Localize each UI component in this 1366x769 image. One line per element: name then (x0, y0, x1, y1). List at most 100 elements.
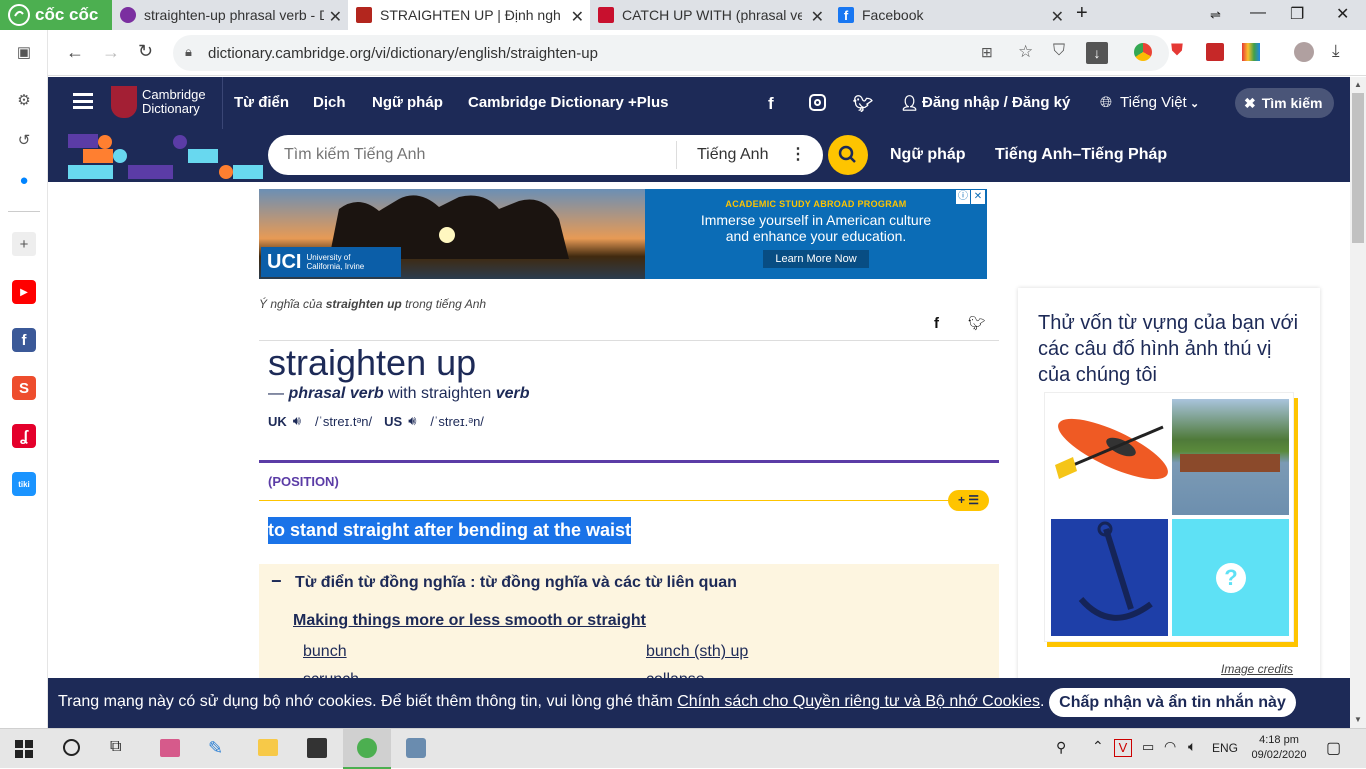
twitter-icon[interactable]: 🐦︎ (853, 94, 873, 114)
search-button[interactable] (828, 135, 868, 175)
ad-close-icon[interactable]: ✕ (971, 190, 985, 204)
close-tab-icon[interactable]: ✕ (571, 7, 584, 27)
reload-icon[interactable]: ↻ (138, 41, 153, 62)
youtube-icon[interactable]: ▶ (12, 280, 36, 304)
collapse-toggle[interactable]: − (271, 571, 282, 592)
sticky-app-icon[interactable] (307, 738, 327, 758)
tab-cambridge[interactable]: STRAIGHTEN UP | Định nghĩa ✕ (348, 0, 590, 30)
tab-search-icon[interactable]: ⇌ (1210, 7, 1221, 23)
close-window-button[interactable]: ✕ (1336, 4, 1349, 24)
adchoices-icon[interactable]: ⓘ (956, 190, 970, 204)
shopee-icon[interactable]: S (12, 376, 36, 400)
taskbar-browser-active[interactable] (343, 729, 391, 769)
search-toggle-button[interactable]: ✖ Tìm kiếm (1235, 88, 1334, 118)
cortana-icon[interactable] (63, 739, 80, 756)
nav-dictionary[interactable]: Từ điển (234, 94, 289, 111)
login-link[interactable]: Đăng nhập / Đăng ký (922, 94, 1070, 111)
unikey-icon[interactable]: V (1114, 739, 1132, 757)
chrome-ext-icon[interactable] (1134, 43, 1152, 61)
related-word-link[interactable]: scrunch (303, 671, 359, 678)
downloads-icon[interactable]: ⤓ (1332, 41, 1340, 61)
battery-icon[interactable]: ▭ (1142, 739, 1154, 755)
image-credits-link[interactable]: Image credits (1221, 662, 1293, 676)
sidebar-toggle-icon[interactable]: ▣ (12, 40, 36, 64)
clock[interactable]: 4:18 pm 09/02/2020 (1246, 733, 1312, 763)
task-view-icon[interactable]: ⧉ (110, 738, 121, 756)
chevron-up-icon[interactable]: ⌃ (1092, 738, 1104, 755)
messenger-icon[interactable]: ● (12, 168, 36, 192)
tab-facebook[interactable]: f Facebook ✕ (830, 0, 1070, 30)
facebook-app-icon[interactable]: f (12, 328, 36, 352)
more-options-icon[interactable]: ⋮ (790, 144, 806, 164)
profile-avatar[interactable] (1294, 42, 1314, 62)
app-icon[interactable] (160, 739, 180, 757)
windows-start-icon[interactable] (15, 740, 33, 758)
ext-shield-icon[interactable]: ⛊ (1171, 42, 1183, 60)
us-audio-icon[interactable]: 🔊︎ (408, 413, 416, 429)
related-word-link[interactable]: bunch (sth) up (646, 643, 748, 661)
related-word-link[interactable]: bunch (303, 643, 347, 661)
related-word-link[interactable]: collapse (646, 671, 705, 678)
coccoc-logo[interactable]: cốc cốc (0, 0, 112, 30)
share-facebook-icon[interactable]: f (934, 315, 939, 332)
history-icon[interactable]: ↺ (12, 128, 36, 152)
ext-color-icon[interactable] (1242, 43, 1260, 61)
quiz-image-mystery[interactable]: ? (1172, 519, 1289, 636)
close-tab-icon[interactable]: ✕ (329, 7, 342, 27)
language-indicator[interactable]: ENG (1212, 741, 1238, 755)
scroll-up-icon[interactable]: ▲ (1354, 80, 1362, 89)
tab-wordreference[interactable]: straighten-up phrasal verb - D ✕ (112, 0, 348, 30)
app-icon[interactable] (406, 738, 426, 758)
scroll-thumb[interactable] (1352, 93, 1364, 243)
scroll-down-icon[interactable]: ▼ (1354, 715, 1362, 724)
quiz-card[interactable]: Thử vốn từ vựng của bạn với các câu đố h… (1018, 288, 1320, 678)
link-english-french[interactable]: Tiếng Anh–Tiếng Pháp (995, 146, 1167, 164)
accept-cookies-button[interactable]: Chấp nhận và ẩn tin nhắn này (1049, 688, 1296, 717)
instagram-icon[interactable] (809, 94, 826, 111)
site-logo[interactable]: Cambridge Dictionary (111, 86, 206, 118)
page-scrollbar[interactable]: ▲ ▼ (1350, 77, 1366, 728)
paint-app-icon[interactable]: ✎ (208, 738, 223, 759)
share-twitter-icon[interactable]: 🐦︎ (968, 315, 986, 332)
lazada-icon[interactable]: ʆ (12, 424, 36, 448)
add-to-list-button[interactable]: + ☰ (948, 490, 989, 511)
shield-icon[interactable]: ⛉ (1053, 42, 1065, 60)
thesaurus-group-link[interactable]: Making things more or less smooth or str… (293, 612, 646, 630)
notifications-icon[interactable]: ▢ (1326, 738, 1341, 758)
ext-red-icon[interactable] (1206, 43, 1224, 61)
quiz-image-barge[interactable] (1172, 399, 1289, 515)
back-icon[interactable]: ← (66, 42, 84, 63)
privacy-policy-link[interactable]: Chính sách cho Quyền riêng tư và Bộ nhớ … (677, 693, 1040, 710)
tab-macmillan[interactable]: CATCH UP WITH (phrasal verb ✕ (590, 0, 830, 30)
search-language-select[interactable]: Tiếng Anh (697, 146, 768, 164)
search-input[interactable] (284, 144, 664, 166)
maximize-button[interactable]: ❐ (1290, 4, 1304, 24)
address-bar[interactable]: 🔒︎ dictionary.cambridge.org/vi/dictionar… (173, 35, 1169, 71)
menu-icon[interactable] (73, 93, 93, 109)
facebook-icon[interactable]: f (768, 94, 774, 114)
uk-audio-icon[interactable]: 🔊︎ (293, 413, 301, 429)
tiki-icon[interactable]: tiki (12, 472, 36, 496)
translate-icon[interactable]: ⊞ (981, 44, 993, 61)
add-app-icon[interactable]: + (12, 232, 36, 256)
link-grammar[interactable]: Ngữ pháp (890, 146, 966, 164)
ad-cta-button[interactable]: Learn More Now (763, 250, 869, 268)
file-explorer-icon[interactable] (258, 739, 278, 756)
forward-icon[interactable]: → (102, 42, 120, 63)
new-tab-button[interactable]: + (1076, 2, 1088, 25)
wifi-icon[interactable]: ◠ (1164, 738, 1176, 755)
people-icon[interactable]: ⚲ (1056, 739, 1066, 756)
minimize-button[interactable]: — (1250, 4, 1266, 22)
nav-grammar[interactable]: Ngữ pháp (372, 94, 443, 111)
quiz-image-kayak[interactable] (1051, 399, 1168, 515)
download-icon[interactable]: ↓ (1086, 42, 1108, 64)
bookmark-star-icon[interactable]: ☆ (1018, 42, 1033, 62)
volume-icon[interactable]: 🔈︎ (1188, 738, 1196, 755)
quiz-image-anchor[interactable] (1051, 519, 1168, 636)
language-select[interactable]: Tiếng Việt (1120, 94, 1187, 111)
nav-plus[interactable]: Cambridge Dictionary +Plus (468, 94, 668, 111)
close-tab-icon[interactable]: ✕ (811, 7, 824, 27)
nav-translate[interactable]: Dịch (313, 94, 346, 111)
settings-icon[interactable]: ⚙ (12, 88, 36, 112)
close-tab-icon[interactable]: ✕ (1051, 7, 1064, 27)
